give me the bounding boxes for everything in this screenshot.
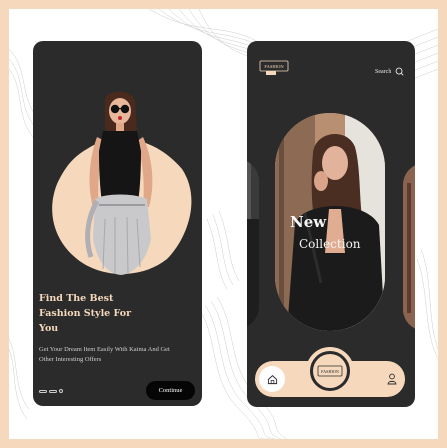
- collection-card[interactable]: New Collection: [275, 113, 385, 331]
- page-dot: [49, 389, 57, 393]
- onboarding-screen: Find The Best Fashion Style For You Get …: [33, 41, 202, 406]
- fashion-badge-icon: FASHION: [317, 365, 343, 377]
- home-icon: [267, 374, 277, 384]
- center-brand-button[interactable]: FASHION: [306, 347, 354, 395]
- svg-text:FASHION: FASHION: [264, 64, 284, 69]
- prev-collection-peek[interactable]: [247, 159, 259, 329]
- model-photo: [85, 91, 153, 275]
- continue-button[interactable]: Continue: [146, 381, 195, 400]
- user-icon: [387, 373, 397, 385]
- collection-subtitle: Collection: [299, 237, 361, 251]
- search-icon: [395, 67, 404, 76]
- search-label: Search: [375, 68, 392, 75]
- page-dot: [39, 389, 47, 393]
- profile-nav-button[interactable]: [383, 370, 401, 388]
- next-collection-peek[interactable]: [403, 163, 415, 331]
- home-nav-button[interactable]: [259, 366, 285, 392]
- collection-title: New: [290, 213, 327, 231]
- search-button[interactable]: Search: [375, 67, 404, 76]
- page-dot: [59, 389, 63, 393]
- bottom-nav: FASHION: [255, 347, 405, 397]
- fashion-logo-icon: FASHION: [259, 60, 289, 75]
- onboarding-headline: Find The Best Fashion Style For You: [39, 293, 132, 334]
- onboarding-subtitle: Get Your Dream Item Easily With Kaima An…: [39, 346, 170, 363]
- home-screen: FASHION Search New Collection FASHION: [247, 41, 415, 407]
- showcase-canvas: Find The Best Fashion Style For You Get …: [9, 9, 438, 439]
- svg-text:FASHION: FASHION: [321, 369, 339, 374]
- page-indicator: [39, 389, 63, 393]
